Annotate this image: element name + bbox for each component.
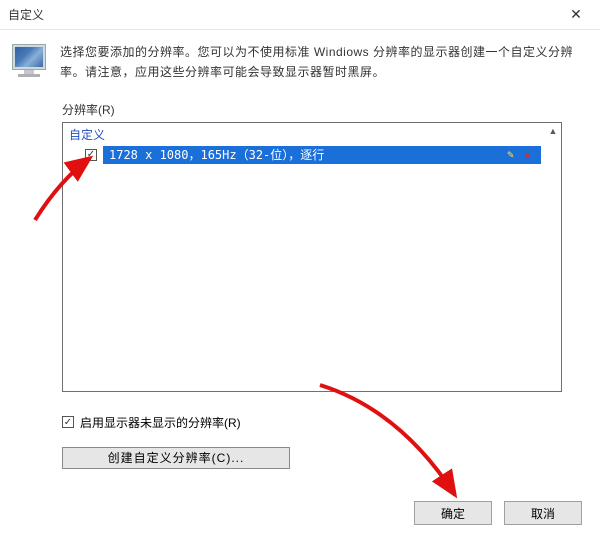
close-button[interactable]: ✕ [556,1,596,29]
listbox-inner: 自定义 1728 x 1080，165Hz（32-位），逐行 ✎ ✕ [63,123,561,391]
edit-icon[interactable]: ✎ [507,148,514,161]
window-title: 自定义 [8,6,44,23]
create-button-row: 创建自定义分辨率(C)... [62,447,588,469]
description-text: 选择您要添加的分辨率。您可以为不使用标准 Windiows 分辨率的显示器创建一… [60,42,588,83]
resolution-section: 分辨率(R) ▲ 自定义 1728 x 1080，165Hz（32-位），逐行 … [62,101,588,392]
ok-button[interactable]: 确定 [414,501,492,525]
dialog-content: 选择您要添加的分辨率。您可以为不使用标准 Windiows 分辨率的显示器创建一… [0,30,600,479]
monitor-icon [12,44,50,78]
scroll-up-button[interactable]: ▲ [545,123,561,139]
create-custom-resolution-button[interactable]: 创建自定义分辨率(C)... [62,447,290,469]
resolution-actions: ✎ ✕ [507,148,531,162]
header-row: 选择您要添加的分辨率。您可以为不使用标准 Windiows 分辨率的显示器创建一… [12,42,588,83]
titlebar: 自定义 ✕ [0,0,600,30]
dialog-buttons: 确定 取消 [414,501,582,525]
resolution-row[interactable]: 1728 x 1080，165Hz（32-位），逐行 ✎ ✕ [85,145,541,165]
enable-nonlisted-checkbox[interactable] [62,416,74,428]
delete-icon[interactable]: ✕ [524,148,531,162]
chevron-up-icon: ▲ [549,126,558,136]
resolution-item-label[interactable]: 1728 x 1080，165Hz（32-位），逐行 ✎ ✕ [103,146,541,164]
list-group-header: 自定义 [63,123,561,145]
close-icon: ✕ [570,6,582,23]
enable-nonlisted-row: 启用显示器未显示的分辨率(R) [62,414,588,431]
cancel-button[interactable]: 取消 [504,501,582,525]
resolution-label: 分辨率(R) [62,101,588,118]
enable-nonlisted-label: 启用显示器未显示的分辨率(R) [80,414,241,431]
resolution-listbox[interactable]: ▲ 自定义 1728 x 1080，165Hz（32-位），逐行 ✎ ✕ [62,122,562,392]
resolution-text: 1728 x 1080，165Hz（32-位），逐行 [109,146,324,163]
resolution-checkbox[interactable] [85,149,97,161]
